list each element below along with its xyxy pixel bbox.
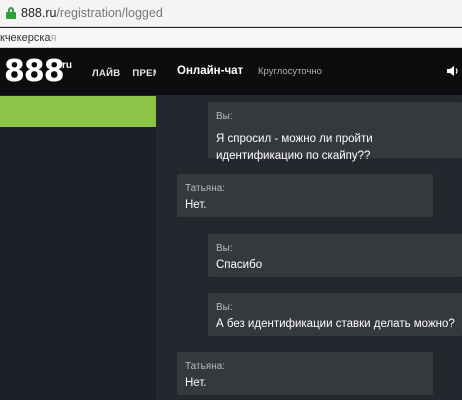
- page-background: [0, 127, 156, 400]
- logo-domain: ru: [62, 60, 72, 71]
- url-host: 888.ru: [21, 6, 57, 20]
- site-logo[interactable]: 888 ru: [4, 53, 72, 89]
- chat-title: Онлайн-чат: [177, 65, 244, 77]
- chat-message-outgoing: Вы: Спасибо: [208, 234, 462, 277]
- message-text: А без идентификации ставки делать можно?: [216, 318, 455, 330]
- chat-message-incoming: Татьяна: Нет.: [177, 174, 433, 217]
- speaker-icon[interactable]: [446, 64, 460, 78]
- address-bar[interactable]: 888.ru/registration/logged: [0, 0, 462, 27]
- url-text[interactable]: 888.ru/registration/logged: [21, 6, 163, 20]
- message-text: Нет.: [185, 199, 207, 211]
- message-author: Татьяна:: [185, 361, 226, 372]
- chat-subtitle: Круглосуточно: [258, 66, 322, 77]
- lock-icon: [6, 7, 16, 19]
- chat-header: Онлайн-чат Круглосуточно: [156, 48, 462, 95]
- message-text: Нет.: [185, 377, 207, 389]
- bookmarks-bar: кчекерская: [0, 28, 462, 48]
- site-header: 888 ru ЛАЙВ ПРЕМ: [0, 48, 161, 95]
- message-author: Вы:: [216, 243, 233, 254]
- chat-message-outgoing: Вы: Я спросил - можно ли пройти идентифик…: [208, 102, 462, 162]
- bookmark-item[interactable]: кчекерская: [0, 32, 56, 44]
- message-author: Татьяна:: [185, 183, 226, 194]
- chat-message-outgoing: Вы: А без идентификации ставки делать мо…: [208, 293, 462, 336]
- accent-bar: [0, 96, 156, 127]
- logo-digits: 888: [4, 53, 65, 89]
- chat-message-incoming: Татьяна: Нет.: [177, 352, 433, 395]
- chat-panel: Онлайн-чат Круглосуточно Вы: Я спросил -…: [156, 48, 462, 400]
- nav-item-live[interactable]: ЛАЙВ: [92, 68, 120, 79]
- url-path: /registration/logged: [56, 6, 163, 20]
- message-author: Вы:: [216, 302, 233, 313]
- message-text: Я спросил - можно ли пройти идентификацию…: [216, 133, 373, 162]
- message-author: Вы:: [216, 111, 233, 122]
- main-nav: ЛАЙВ ПРЕМ: [92, 68, 161, 79]
- message-text: Спасибо: [216, 259, 263, 271]
